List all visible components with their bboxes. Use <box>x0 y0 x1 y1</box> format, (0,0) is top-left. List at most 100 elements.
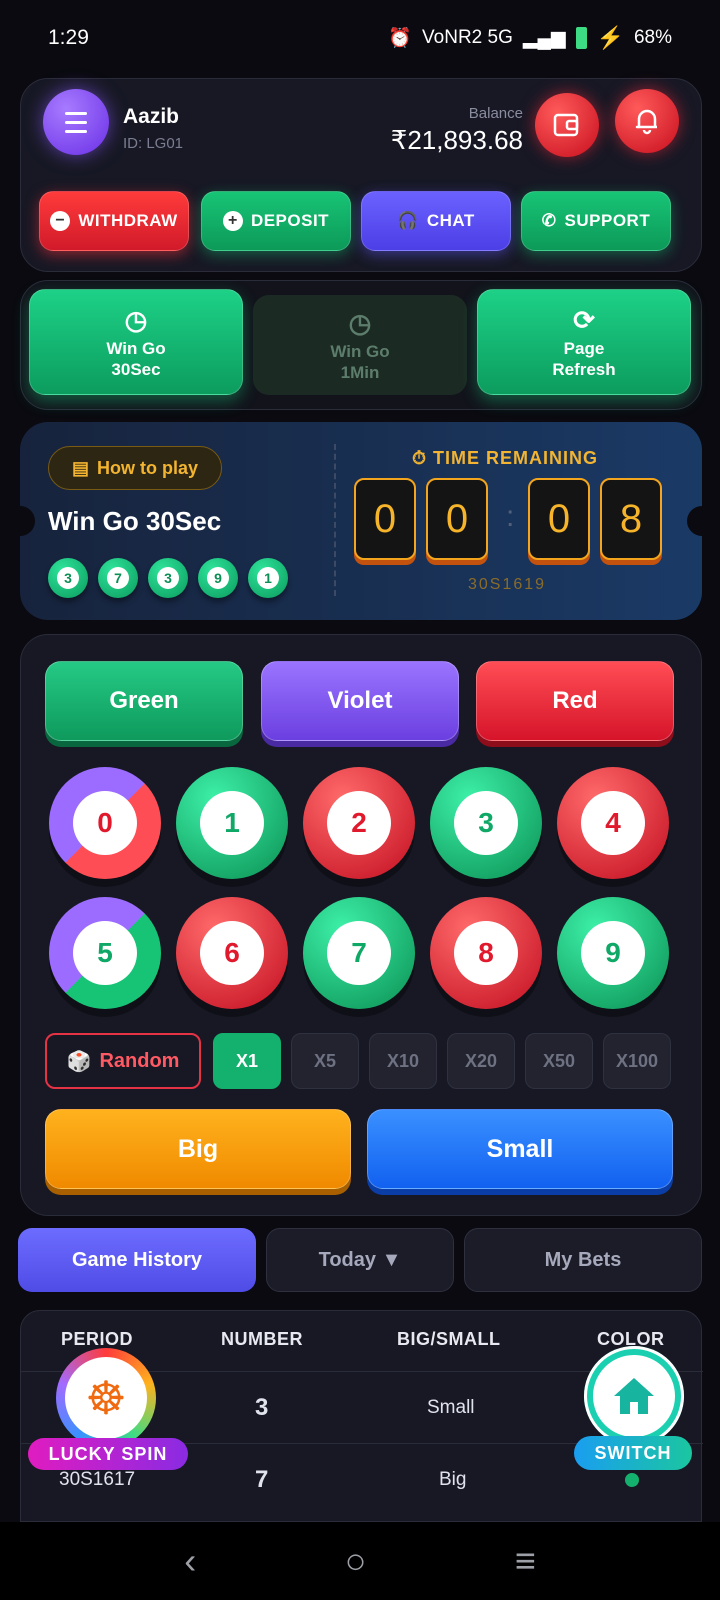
cell-number: 3 <box>255 1394 269 1421</box>
timer-digit: 0 <box>426 478 488 560</box>
col-period: PERIOD <box>61 1329 134 1349</box>
chat-label: CHAT <box>426 211 475 230</box>
support-label: SUPPORT <box>564 211 651 230</box>
result-ball: 7 <box>98 558 138 598</box>
battery-percent: 68% <box>633 27 672 48</box>
timer-digit: 0 <box>528 478 590 560</box>
wallet-button[interactable] <box>535 93 599 157</box>
whatsapp-icon: ✆ <box>541 211 557 230</box>
home-circle-icon[interactable]: ○ <box>345 1540 367 1582</box>
wheel-icon: ☸ <box>65 1357 147 1439</box>
alarm-icon: ⏰ <box>388 28 413 49</box>
menu-button[interactable] <box>43 89 109 155</box>
home-icon <box>614 1378 654 1414</box>
mode-label-line1: Page <box>563 339 605 358</box>
mode-selector: ◷ Win Go 30Sec ◷ Win Go 1Min ⟳ Page Refr… <box>20 280 702 410</box>
network-label: VoNR2 5G <box>422 27 513 48</box>
multiplier-x1[interactable]: X1 <box>213 1033 281 1089</box>
dice-icon: 🎲 <box>66 1050 92 1073</box>
number-ball-1[interactable]: 1 <box>176 767 288 879</box>
clock-icon: ◷ <box>124 304 148 335</box>
mode-label-line1: Win Go <box>106 339 166 358</box>
result-ball: 3 <box>48 558 88 598</box>
period-code: 30S1619 <box>468 576 547 593</box>
menu-icon <box>65 109 87 136</box>
filter-today-dropdown[interactable]: Today ▼ <box>266 1228 454 1292</box>
bet-violet-button[interactable]: Violet <box>261 661 459 741</box>
switch-home-button[interactable] <box>584 1346 684 1446</box>
cell-bigsmall: Big <box>439 1469 467 1490</box>
status-time: 1:29 <box>48 26 89 49</box>
random-button[interactable]: 🎲 Random <box>45 1033 201 1089</box>
page-refresh-button[interactable]: ⟳ Page Refresh <box>477 289 691 395</box>
lucky-spin-label[interactable]: LUCKY SPIN <box>28 1438 188 1470</box>
time-remaining-label: ⏱ TIME REMAINING <box>412 448 599 468</box>
mode-wingo-1min[interactable]: ◷ Win Go 1Min <box>253 295 467 395</box>
multiplier-x10[interactable]: X10 <box>369 1033 437 1089</box>
support-button[interactable]: ✆ SUPPORT <box>521 191 671 251</box>
bet-red-button[interactable]: Red <box>476 661 674 741</box>
wallet-icon <box>553 113 579 137</box>
result-ball: 3 <box>148 558 188 598</box>
number-ball-6[interactable]: 6 <box>176 897 288 1009</box>
bet-green-button[interactable]: Green <box>45 661 243 741</box>
charging-icon: ⚡ <box>596 25 624 50</box>
tab-game-history[interactable]: Game History <box>18 1228 256 1292</box>
green-dot-icon <box>625 1473 639 1487</box>
how-to-play-button[interactable]: ▤ How to play <box>48 446 222 490</box>
mode-label-line2: 30Sec <box>111 360 161 380</box>
number-ball-3[interactable]: 3 <box>430 767 542 879</box>
bet-small-button[interactable]: Small <box>367 1109 673 1189</box>
plus-icon: + <box>222 211 243 231</box>
mode-label-line1: Win Go <box>330 342 390 361</box>
user-id: ID: LG01 <box>123 135 184 152</box>
number-ball-7[interactable]: 7 <box>303 897 415 1009</box>
result-ball: 9 <box>198 558 238 598</box>
bet-big-button[interactable]: Big <box>45 1109 351 1189</box>
game-timer-card: ▤ How to play Win Go 30Sec 3 7 3 9 1 ⏱ T… <box>20 422 702 620</box>
user-name: Aazib <box>123 105 180 128</box>
status-bar: 1:29 ⏰ VoNR2 5G ▂▄▆ ⚡ 68% <box>0 0 720 76</box>
cell-number: 7 <box>255 1466 269 1493</box>
switch-label[interactable]: SWITCH <box>574 1436 692 1470</box>
deposit-label: DEPOSIT <box>250 211 330 230</box>
account-card: Aazib ID: LG01 Balance ₹21,893.68 − WITH… <box>20 78 702 272</box>
recent-results: 3 7 3 9 1 <box>48 558 288 598</box>
multiplier-x50[interactable]: X50 <box>525 1033 593 1089</box>
deposit-button[interactable]: + DEPOSIT <box>201 191 351 251</box>
chat-button[interactable]: 🎧 CHAT <box>361 191 511 251</box>
balance-label: Balance <box>468 105 523 122</box>
game-title: Win Go 30Sec <box>48 506 222 536</box>
how-to-play-label: How to play <box>97 457 199 478</box>
betting-panel: Green Violet Red 0 1 2 3 4 5 6 7 8 9 🎲 R… <box>20 634 702 1216</box>
mode-label-line2: 1Min <box>340 363 380 383</box>
tab-my-bets[interactable]: My Bets <box>464 1228 702 1292</box>
number-ball-9[interactable]: 9 <box>557 897 669 1009</box>
divider <box>334 444 336 596</box>
notification-button[interactable] <box>615 89 679 153</box>
multiplier-x20[interactable]: X20 <box>447 1033 515 1089</box>
number-ball-4[interactable]: 4 <box>557 767 669 879</box>
multiplier-x5[interactable]: X5 <box>291 1033 359 1089</box>
recents-icon[interactable]: ≡ <box>515 1540 536 1582</box>
withdraw-label: WITHDRAW <box>78 211 178 230</box>
number-ball-0[interactable]: 0 <box>49 767 161 879</box>
mode-wingo-30sec[interactable]: ◷ Win Go 30Sec <box>29 289 243 395</box>
multiplier-x100[interactable]: X100 <box>603 1033 671 1089</box>
withdraw-button[interactable]: − WITHDRAW <box>39 191 189 251</box>
bell-icon <box>635 109 657 135</box>
number-ball-2[interactable]: 2 <box>303 767 415 879</box>
mode-label-line2: Refresh <box>552 360 616 380</box>
lucky-spin-button[interactable]: ☸ <box>56 1348 156 1448</box>
timer-digit: 0 <box>354 478 416 560</box>
number-ball-5[interactable]: 5 <box>49 897 161 1009</box>
back-icon[interactable]: ‹ <box>184 1540 196 1582</box>
result-ball: 1 <box>248 558 288 598</box>
timer-colon: : <box>506 500 515 533</box>
number-ball-8[interactable]: 8 <box>430 897 542 1009</box>
random-label: Random <box>99 1049 180 1072</box>
status-icons: ⏰ VoNR2 5G ▂▄▆ ⚡ 68% <box>388 25 672 51</box>
col-number: NUMBER <box>221 1329 303 1349</box>
system-nav-bar: ‹ ○ ≡ <box>0 1522 720 1600</box>
cell-bigsmall: Small <box>427 1397 475 1418</box>
